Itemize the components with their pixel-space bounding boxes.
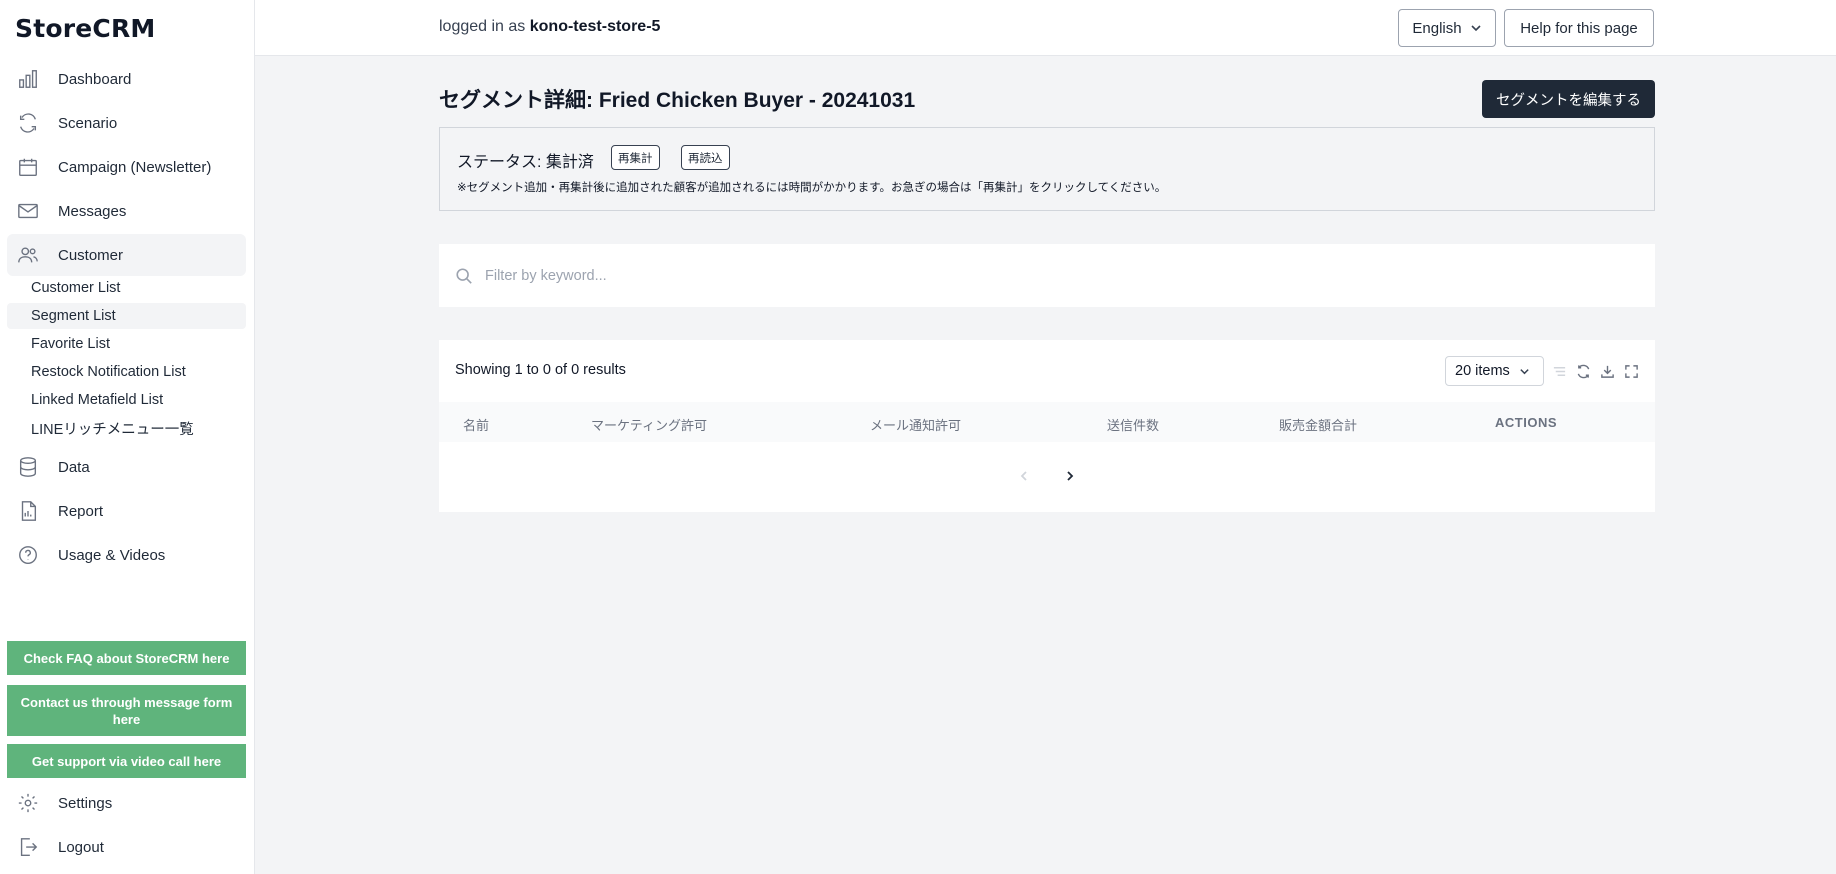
sidebar-item-customer-list[interactable]: Customer List — [7, 275, 246, 301]
language-label: English — [1412, 19, 1462, 37]
nav-messages[interactable]: Messages — [7, 190, 246, 232]
nav-customer[interactable]: Customer — [7, 234, 246, 276]
col-actions: ACTIONS — [1495, 415, 1557, 430]
col-marketing-permission[interactable]: マーケティング許可 — [591, 415, 707, 434]
col-email-permission[interactable]: メール通知許可 — [870, 415, 961, 434]
help-button[interactable]: Help for this page — [1504, 9, 1654, 47]
nav-logout[interactable]: Logout — [7, 826, 246, 868]
sidebar-item-segment-list[interactable]: Segment List — [7, 303, 246, 329]
page-size-label: 20 items — [1455, 363, 1510, 379]
col-sales-total[interactable]: 販売金額合計 — [1279, 415, 1357, 434]
page-size-select[interactable]: 20 items — [1445, 356, 1544, 386]
app-logo[interactable]: StoreCRM — [15, 14, 156, 43]
nav-messages-label: Messages — [58, 202, 127, 220]
table-header: 名前 マーケティング許可 メール通知許可 送信件数 販売金額合計 ACTIONS — [439, 402, 1655, 442]
chevron-right-icon — [1067, 471, 1074, 481]
chevron-left-icon — [1020, 471, 1027, 481]
logged-in-status: logged in as kono-test-store-5 — [439, 18, 660, 36]
nav-campaign-label: Campaign (Newsletter) — [58, 158, 212, 176]
language-select[interactable]: English — [1398, 9, 1496, 47]
store-name: kono-test-store-5 — [529, 18, 661, 35]
database-icon — [16, 455, 40, 479]
chevron-down-icon — [1471, 25, 1481, 32]
nav-usage-videos[interactable]: Usage & Videos — [7, 534, 246, 576]
document-icon — [16, 499, 40, 523]
results-table: Showing 1 to 0 of 0 results 20 items 名前 … — [439, 340, 1655, 512]
refresh-icon — [16, 111, 40, 135]
sidebar-item-restock-list[interactable]: Restock Notification List — [7, 359, 246, 385]
nav-customer-label: Customer — [58, 246, 124, 264]
refresh-icon[interactable] — [1575, 363, 1591, 379]
col-send-count[interactable]: 送信件数 — [1107, 415, 1159, 434]
edit-segment-button[interactable]: セグメントを編集する — [1482, 80, 1655, 118]
nav-usage-label: Usage & Videos — [58, 546, 166, 564]
logout-icon — [16, 835, 40, 859]
question-circle-icon — [16, 543, 40, 567]
nav-report[interactable]: Report — [7, 490, 246, 532]
status-note: ※セグメント追加・再集計後に追加された顧客が追加されるには時間がかかります。お急… — [457, 182, 1167, 194]
nav-data-label: Data — [58, 458, 90, 476]
search-input[interactable] — [485, 267, 1585, 284]
contact-form-button[interactable]: Contact us through message form here — [7, 685, 246, 736]
recount-button[interactable]: 再集計 — [611, 145, 660, 170]
users-icon — [16, 243, 40, 267]
nav-data[interactable]: Data — [7, 446, 246, 488]
nav-settings[interactable]: Settings — [7, 782, 246, 824]
nav-scenario[interactable]: Scenario — [7, 102, 246, 144]
nav-logout-label: Logout — [58, 838, 104, 856]
results-summary: Showing 1 to 0 of 0 results — [455, 362, 626, 378]
nav-dashboard-label: Dashboard — [58, 70, 132, 88]
prev-page-button[interactable] — [1017, 469, 1031, 483]
download-icon[interactable] — [1599, 363, 1615, 379]
top-header: logged in as kono-test-store-5 English H… — [255, 0, 1836, 56]
nav-campaign[interactable]: Campaign (Newsletter) — [7, 146, 246, 188]
chevron-down-icon — [1520, 368, 1529, 374]
nav-scenario-label: Scenario — [58, 114, 118, 132]
search-icon — [456, 267, 472, 284]
fullscreen-icon[interactable] — [1623, 363, 1639, 379]
sidebar-item-favorite-list[interactable]: Favorite List — [7, 331, 246, 357]
sidebar-item-line-richmenu[interactable]: LINEリッチメニュー一覧 — [7, 415, 246, 441]
column-settings-icon[interactable] — [1551, 363, 1567, 379]
search-bar — [439, 244, 1655, 307]
nav-report-label: Report — [58, 502, 104, 520]
faq-button[interactable]: Check FAQ about StoreCRM here — [7, 641, 246, 675]
status-panel: ステータス: 集計済 再集計 再読込 ※セグメント追加・再集計後に追加された顧客… — [439, 127, 1655, 211]
mail-icon — [16, 199, 40, 223]
col-name[interactable]: 名前 — [463, 415, 489, 434]
reload-button[interactable]: 再読込 — [681, 145, 730, 170]
logged-in-prefix: logged in as — [439, 18, 526, 35]
status-label: ステータス: 集計済 — [457, 154, 594, 171]
page-title: セグメント詳細: Fried Chicken Buyer - 20241031 — [439, 89, 916, 112]
calendar-icon — [16, 155, 40, 179]
nav-settings-label: Settings — [58, 794, 113, 812]
gear-icon — [16, 791, 40, 815]
next-page-button[interactable] — [1063, 469, 1077, 483]
sidebar-item-metafield-list[interactable]: Linked Metafield List — [7, 387, 246, 413]
video-call-button[interactable]: Get support via video call here — [7, 744, 246, 778]
nav-dashboard[interactable]: Dashboard — [7, 58, 246, 100]
bar-chart-icon — [16, 67, 40, 91]
sidebar: StoreCRM Dashboard Scenario Campaign (Ne… — [0, 0, 255, 874]
